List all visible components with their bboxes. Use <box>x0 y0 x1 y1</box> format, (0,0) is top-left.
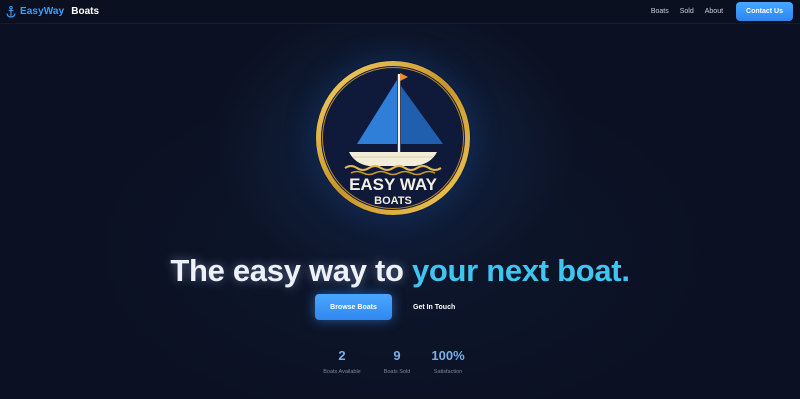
brand[interactable]: EasyWay Boats <box>6 5 100 18</box>
top-navbar: EasyWay Boats Boats Sold About Contact U… <box>0 0 800 24</box>
contact-us-button[interactable]: Contact Us <box>736 2 793 21</box>
hero-headline: The easy way to your next boat. <box>0 253 800 289</box>
get-in-touch-button[interactable]: Get In Touch <box>410 294 458 320</box>
cta-row: Browse Boats Get In Touch <box>315 294 458 320</box>
sailboat-logo-icon: EASY WAY BOATS <box>316 61 470 215</box>
brand-name: EasyWay <box>20 6 65 17</box>
headline-main: The easy way to <box>170 253 412 288</box>
anchor-icon <box>6 5 16 18</box>
browse-boats-button[interactable]: Browse Boats <box>315 294 392 320</box>
main-nav: Boats Sold About Contact Us <box>651 2 793 21</box>
logo-text-line2: BOATS <box>374 195 412 207</box>
stat-value: 100% <box>431 348 465 363</box>
logo-text-line1: EASY WAY <box>349 175 438 194</box>
stat-satisfaction: 100% Satisfaction <box>413 348 483 375</box>
nav-link-about[interactable]: About <box>705 8 723 15</box>
easy-way-boats-logo: EASY WAY BOATS <box>315 60 471 216</box>
page: EasyWay Boats Boats Sold About Contact U… <box>0 0 800 399</box>
stat-label: Satisfaction <box>433 369 463 375</box>
headline-accent: your next boat. <box>411 253 630 288</box>
nav-link-sold[interactable]: Sold <box>680 8 694 15</box>
brand-suffix: Boats <box>71 6 100 17</box>
nav-link-boats[interactable]: Boats <box>651 8 669 15</box>
